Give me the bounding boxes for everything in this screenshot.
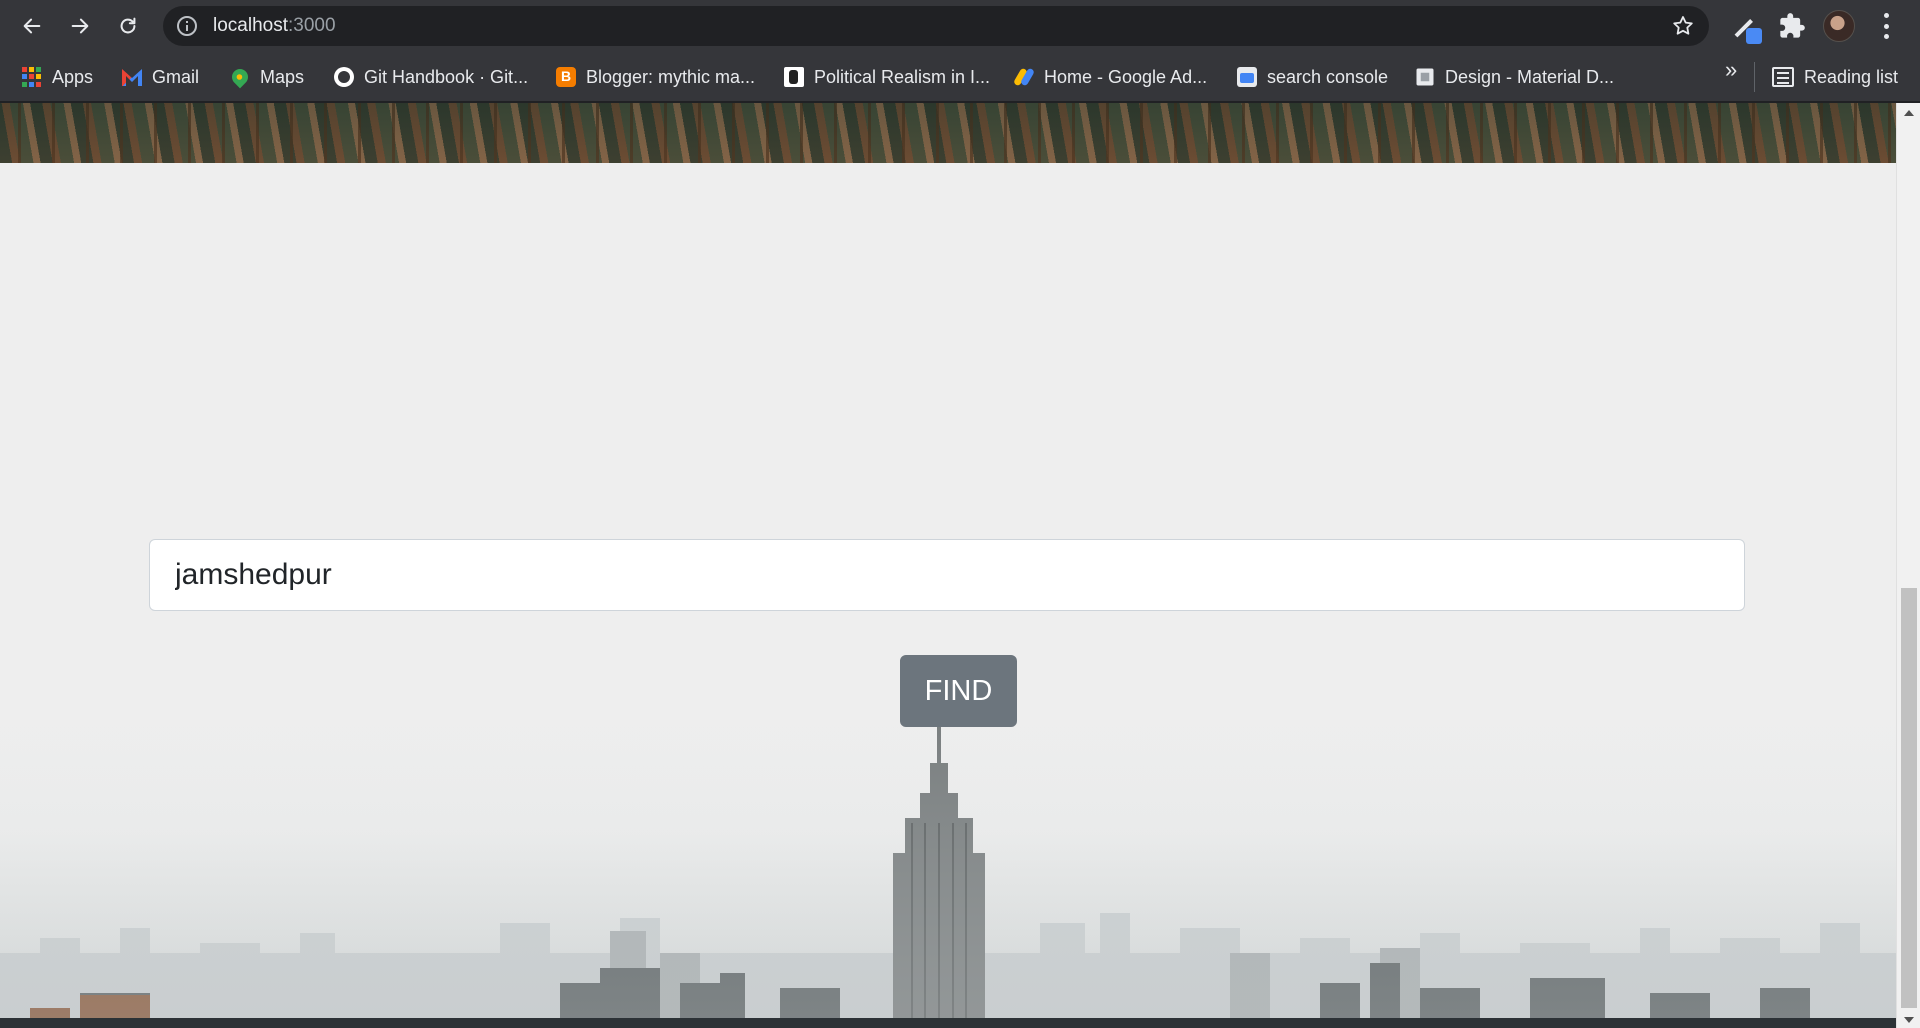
bookmarks-overflow-button[interactable]: » [1725, 57, 1737, 83]
bookmark-git-handbook[interactable]: Git Handbook · Git... [334, 62, 528, 92]
bookmarks-bar: Apps Gmail Maps Git Handbook · Git... Bl… [0, 52, 1920, 102]
reading-list-button[interactable]: Reading list [1772, 62, 1898, 92]
city-search-input[interactable] [149, 539, 1745, 611]
star-icon[interactable] [1671, 14, 1695, 38]
scroll-down-arrow-icon[interactable] [1904, 1017, 1914, 1023]
find-button[interactable]: FIND [900, 655, 1017, 727]
bookmark-political-realism[interactable]: Political Realism in I... [784, 62, 990, 92]
bookmark-material-design[interactable]: Design - Material D... [1415, 62, 1614, 92]
address-bar[interactable]: localhost:3000 [163, 6, 1709, 46]
puzzle-icon[interactable] [1778, 12, 1806, 40]
arrow-right-icon [71, 18, 89, 34]
maps-icon [228, 65, 252, 89]
blogger-icon [556, 67, 576, 87]
apps-grid-icon [22, 67, 42, 87]
url-text[interactable]: localhost:3000 [213, 15, 336, 37]
bookmark-label: search console [1267, 66, 1389, 87]
reload-button[interactable] [112, 10, 144, 42]
profile-avatar[interactable] [1823, 10, 1855, 42]
bookmark-label: Gmail [152, 66, 200, 87]
forward-button[interactable] [64, 10, 96, 42]
reading-list-label: Reading list [1804, 66, 1899, 87]
search-console-icon [1237, 67, 1257, 87]
bookmark-maps[interactable]: Maps [228, 62, 305, 92]
fist-icon [784, 67, 804, 87]
page-viewport: FIND [0, 103, 1896, 1028]
bookmark-label: Design - Material D... [1445, 66, 1615, 87]
back-button[interactable] [16, 10, 48, 42]
scrollbar-thumb[interactable] [1901, 588, 1917, 1008]
arrow-left-icon [23, 18, 41, 34]
bookmark-label: Git Handbook · Git... [364, 66, 529, 87]
bookmark-label: Political Realism in I... [814, 66, 991, 87]
pen-extension-icon[interactable] [1734, 14, 1762, 44]
vertical-scrollbar[interactable] [1896, 103, 1920, 1028]
gmail-icon [122, 69, 142, 86]
bookmark-blogger[interactable]: Blogger: mythic ma... [556, 62, 755, 92]
bookmark-google-ads[interactable]: Home - Google Ad... [1014, 62, 1207, 92]
scroll-up-arrow-icon[interactable] [1904, 110, 1914, 116]
url-host: localhost [213, 15, 288, 36]
reading-list-icon [1772, 67, 1794, 87]
bookmark-search-console[interactable]: search console [1237, 62, 1388, 92]
info-icon[interactable] [177, 16, 197, 36]
material-design-icon [1416, 68, 1434, 86]
browser-toolbar: localhost:3000 [0, 0, 1920, 52]
reload-icon [120, 17, 136, 34]
bookmark-label: Maps [260, 66, 305, 87]
url-port: :3000 [288, 15, 336, 36]
google-ads-icon [1014, 67, 1034, 87]
bookmark-label: Apps [52, 66, 94, 87]
github-icon [334, 67, 354, 87]
bookmark-apps[interactable]: Apps [22, 62, 93, 92]
bookmark-gmail[interactable]: Gmail [122, 62, 199, 92]
city-skyline-image [0, 723, 1896, 1028]
kebab-icon[interactable] [1880, 13, 1892, 39]
bookmarks-divider [1754, 62, 1755, 92]
bookmark-label: Home - Google Ad... [1044, 66, 1208, 87]
forest-banner-image [0, 103, 1896, 163]
bookmark-label: Blogger: mythic ma... [586, 66, 756, 87]
